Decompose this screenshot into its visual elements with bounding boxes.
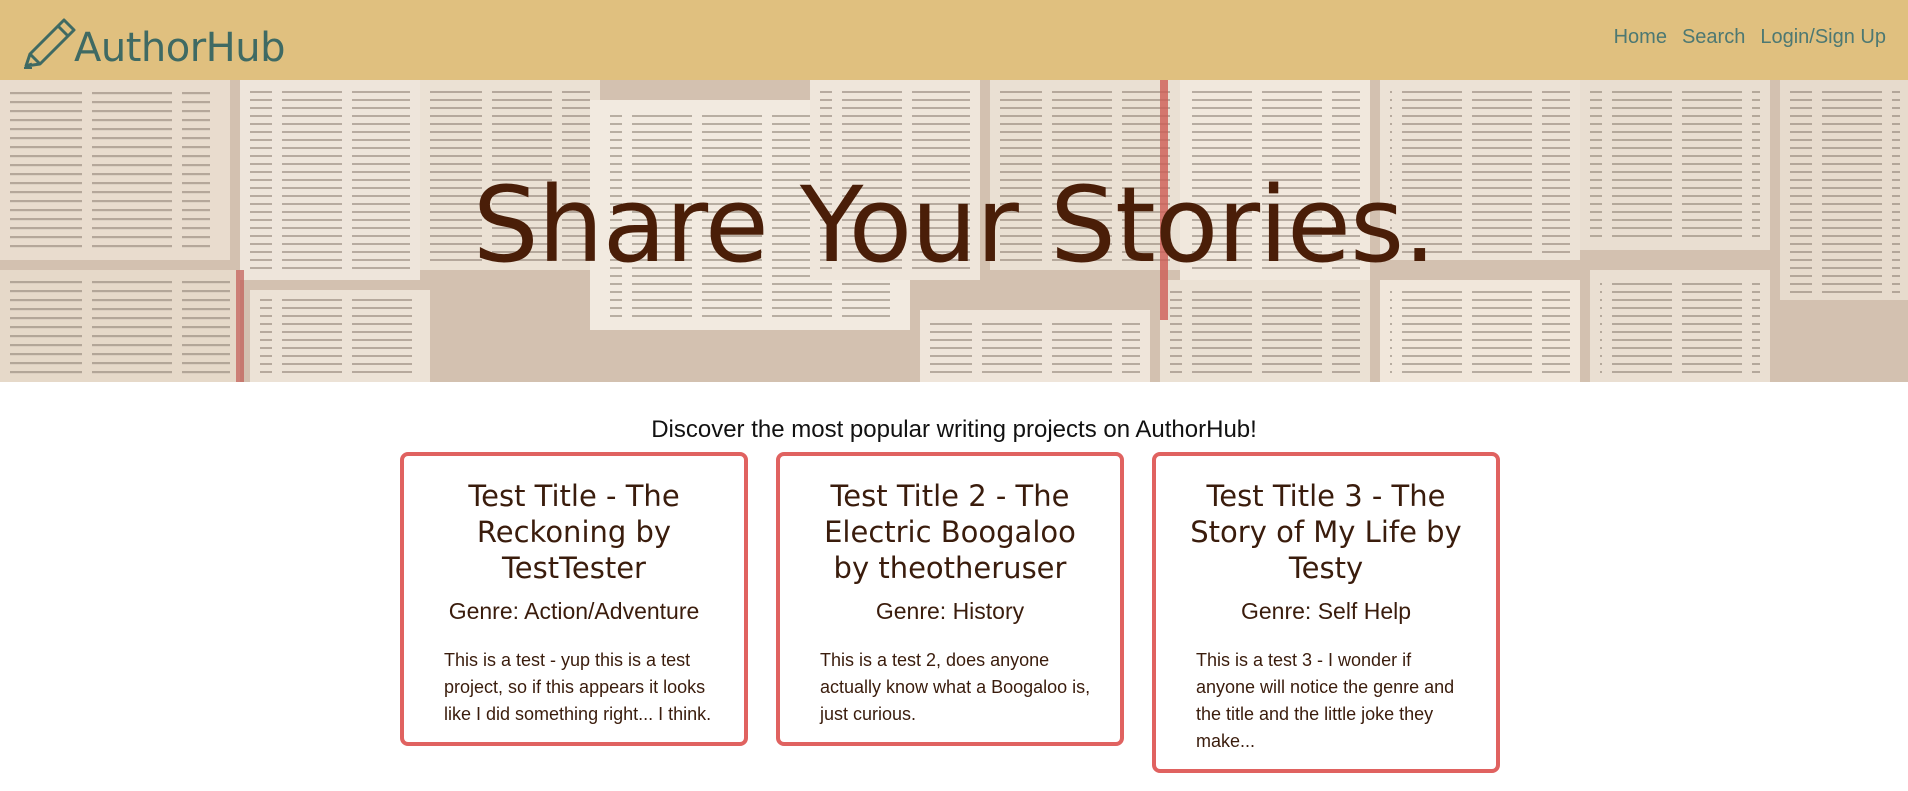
hero-title: Share Your Stories.: [472, 164, 1437, 286]
hero-banner: Share Your Stories.: [0, 80, 1908, 382]
nav-links: Home Search Login/Sign Up: [1599, 26, 1886, 49]
pencil-icon: [24, 18, 76, 69]
popular-projects-tagline: Discover the most popular writing projec…: [651, 416, 1257, 443]
card-genre: Genre: History: [875, 598, 1025, 624]
card-title: Test Title - The Reckoning by TestTester: [468, 479, 680, 585]
nav-login-signup-link[interactable]: Login/Sign Up: [1760, 26, 1886, 49]
card-title: Test Title 3 - The Story of My Life by T…: [1190, 479, 1462, 585]
project-card[interactable]: Test Title 3 - The Story of My Life by T…: [1152, 452, 1500, 773]
card-description: This is a test - yup this is a test proj…: [444, 650, 712, 724]
project-card[interactable]: Test Title 2 - The Electric Boogaloo by …: [776, 452, 1124, 746]
card-genre: Genre: Self Help: [1240, 598, 1412, 624]
card-description: This is a test 3 - I wonder if anyone wi…: [1196, 650, 1455, 751]
project-card[interactable]: Test Title - The Reckoning by TestTester…: [400, 452, 748, 746]
nav-home-link[interactable]: Home: [1614, 26, 1667, 49]
nav-search-link[interactable]: Search: [1682, 26, 1745, 49]
navbar: AuthorHub Home Search Login/Sign Up: [0, 0, 1908, 80]
brand-name: AuthorHub: [74, 25, 286, 71]
card-description: This is a test 2, does anyone actually k…: [820, 650, 1091, 724]
card-title: Test Title 2 - The Electric Boogaloo by …: [824, 479, 1076, 585]
brand-logo-link[interactable]: AuthorHub: [20, 14, 286, 72]
card-genre: Genre: Action/Adventure: [448, 598, 700, 624]
